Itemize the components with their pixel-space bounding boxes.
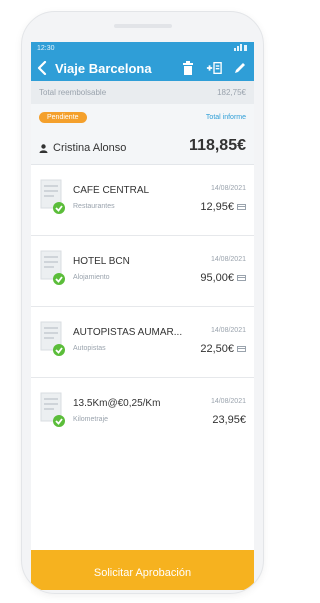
expense-name: CAFÉ CENTRAL: [73, 185, 150, 196]
receipt-icon: [40, 250, 65, 285]
trash-icon: [183, 61, 193, 75]
expense-amount: 22,50€: [200, 343, 234, 355]
receipt-icon: [40, 321, 65, 356]
expense-name: AUTOPISTAS AUMAR...: [73, 327, 183, 338]
app-bar: Viaje Barcelona: [31, 55, 254, 81]
expense-amount: 23,95€: [212, 414, 246, 426]
expense-date: 14/08/2021: [210, 185, 246, 192]
total-label: Total informe: [205, 114, 246, 121]
back-button[interactable]: [37, 61, 55, 75]
report-owner: Cristina Alonso: [39, 142, 126, 154]
signal-battery-icon: [234, 44, 247, 51]
expense-amount-wrap: 12,95€: [200, 201, 246, 213]
expense-row[interactable]: HOTEL BCN Alojamiento 14/08/2021 95,00€: [31, 236, 254, 307]
expense-row[interactable]: CAFÉ CENTRAL Restaurantes 14/08/2021 12,…: [31, 165, 254, 236]
expense-amount: 95,00€: [200, 272, 234, 284]
delete-button[interactable]: [180, 60, 196, 76]
expense-name: 13.5Km@€0,25/Km: [73, 398, 161, 409]
edit-button[interactable]: [232, 60, 248, 76]
expense-amount: 12,95€: [200, 201, 234, 213]
add-receipt-button[interactable]: [206, 60, 222, 76]
card-icon: [237, 275, 246, 281]
summary-label: Total reembolsable: [39, 88, 107, 97]
summary-value: 182,75€: [217, 88, 246, 97]
status-badge: Pendiente: [39, 112, 87, 123]
card-icon: [237, 204, 246, 210]
expense-name: HOTEL BCN: [73, 256, 130, 267]
expense-category: Restaurantes: [73, 203, 115, 210]
expense-date: 14/08/2021: [210, 327, 246, 334]
expense-category: Alojamiento: [73, 274, 110, 281]
expense-category: Kilometraje: [73, 416, 109, 423]
expense-list: CAFÉ CENTRAL Restaurantes 14/08/2021 12,…: [31, 165, 254, 448]
phone-frame: 12:30 Viaje Barcelona Total reembolsable…: [21, 11, 264, 594]
back-arrow-icon: [37, 61, 47, 75]
user-icon: [39, 143, 48, 153]
page-title: Viaje Barcelona: [55, 60, 152, 76]
expense-amount-wrap: 23,95€: [212, 414, 246, 426]
receipt-icon: [40, 179, 65, 214]
receipt-icon: [40, 392, 65, 427]
status-time: 12:30: [37, 45, 55, 52]
expense-date: 14/08/2021: [210, 256, 246, 263]
expense-amount-wrap: 22,50€: [200, 343, 246, 355]
expense-category: Autopistas: [73, 345, 106, 352]
owner-name: Cristina Alonso: [53, 142, 127, 154]
card-icon: [237, 346, 246, 352]
expense-row[interactable]: 13.5Km@€0,25/Km Kilometraje 14/08/2021 2…: [31, 378, 254, 448]
app-screen: 12:30 Viaje Barcelona Total reembolsable…: [31, 42, 254, 590]
reimbursable-summary: Total reembolsable 182,75€: [31, 81, 254, 104]
add-document-icon: [206, 62, 222, 74]
request-approval-button[interactable]: Solicitar Aprobación: [31, 550, 254, 590]
pencil-icon: [235, 63, 245, 73]
expense-row[interactable]: AUTOPISTAS AUMAR... Autopistas 14/08/202…: [31, 307, 254, 378]
expense-amount-wrap: 95,00€: [200, 272, 246, 284]
phone-speaker: [114, 24, 172, 28]
total-amount: 118,85€: [189, 137, 246, 154]
status-icons: [234, 44, 248, 53]
expense-date: 14/08/2021: [210, 398, 246, 405]
report-header: Pendiente Total informe Cristina Alonso …: [31, 104, 254, 165]
status-bar: 12:30: [31, 42, 254, 55]
